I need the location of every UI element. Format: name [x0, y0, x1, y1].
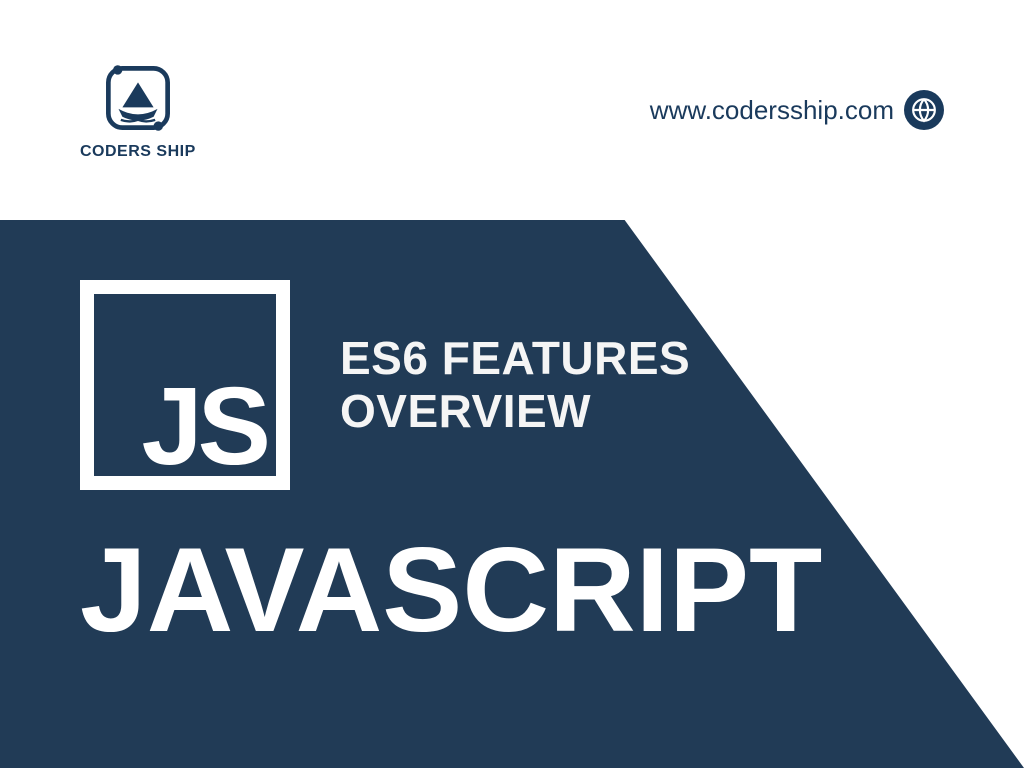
js-badge: JS — [80, 280, 290, 490]
hero-content: JS ES6 FEATURES OVERVIEW JAVASCRIPT — [0, 220, 1024, 768]
brand-logo: CODERS SHIP — [80, 59, 196, 161]
js-badge-text: JS — [141, 372, 266, 482]
website-link[interactable]: www.codersship.com — [650, 90, 944, 130]
header-bar: CODERS SHIP www.codersship.com — [0, 0, 1024, 220]
ship-logo-icon — [99, 59, 177, 137]
headline-line-1: ES6 FEATURES — [340, 332, 690, 385]
brand-name: CODERS SHIP — [80, 143, 196, 161]
hero-title: JAVASCRIPT — [80, 530, 944, 650]
website-url-text: www.codersship.com — [650, 95, 894, 126]
hero-row: JS ES6 FEATURES OVERVIEW — [80, 280, 944, 490]
headline-line-2: OVERVIEW — [340, 385, 690, 438]
hero-panel: JS ES6 FEATURES OVERVIEW JAVASCRIPT — [0, 220, 1024, 768]
globe-icon — [904, 90, 944, 130]
hero-headline: ES6 FEATURES OVERVIEW — [340, 332, 690, 438]
